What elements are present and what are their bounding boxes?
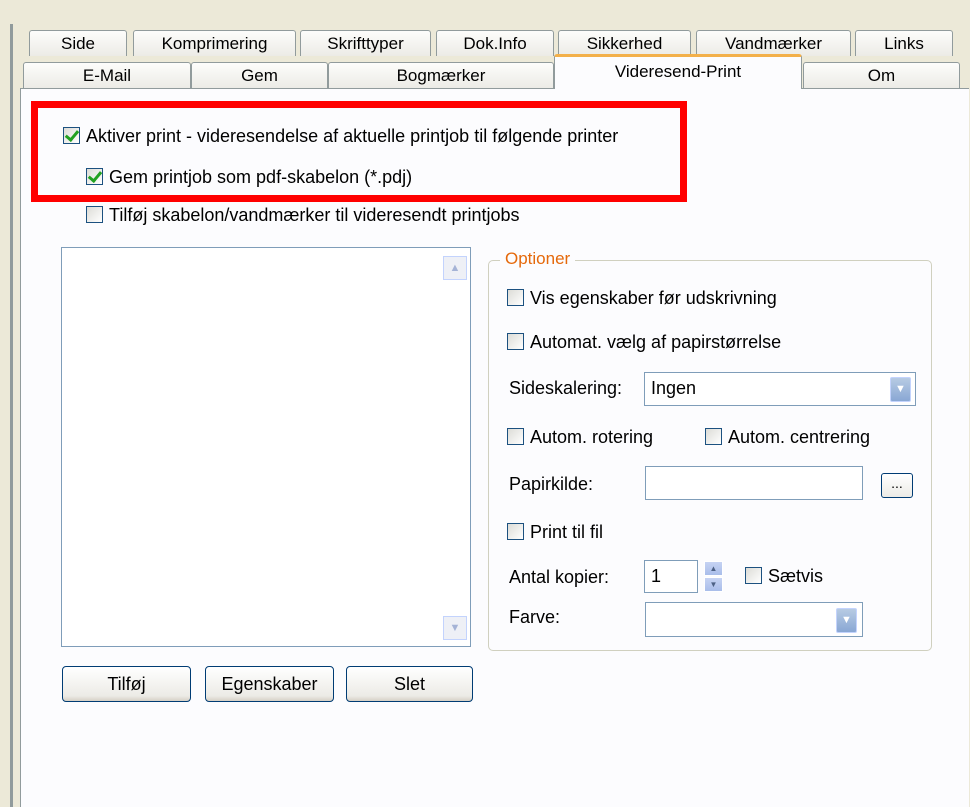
collate-label: Sætvis [768,566,824,586]
collate-checkbox[interactable] [745,567,762,584]
tab-dok-info[interactable]: Dok.Info [436,30,554,56]
color-select[interactable] [645,602,863,637]
tab-bogmaerker[interactable]: Bogmærker [328,62,554,88]
copies-value: 1 [651,566,662,586]
properties-button[interactable]: Egenskaber [205,666,334,702]
options-group-title: Optioner [500,249,576,269]
tab-skrifttyper[interactable]: Skrifttyper [300,30,431,56]
tab-links[interactable]: Links [855,30,953,56]
delete-button[interactable]: Slet [346,666,473,702]
auto-paper-label: Automat. vælg af papirstørrelse [530,332,782,352]
options-group [488,260,932,651]
tab-om[interactable]: Om [803,62,960,88]
tab-sikkerhed[interactable]: Sikkerhed [558,30,691,56]
show-properties-label: Vis egenskaber før udskrivning [530,288,777,308]
tab-komprimering[interactable]: Komprimering [133,30,296,56]
window-left-edge [10,24,13,807]
paper-source-field[interactable] [645,466,863,500]
show-properties-checkbox[interactable] [507,289,524,306]
add-template-label: Tilføj skabelon/vandmærker til videresen… [109,205,520,225]
red-highlight-box [31,101,687,202]
chevron-down-icon[interactable]: ▼ [890,377,911,402]
tab-email[interactable]: E-Mail [23,62,191,88]
auto-rotate-label: Autom. rotering [530,427,654,447]
page-scaling-value: Ingen [651,378,697,398]
copies-field[interactable]: 1 [644,560,698,593]
browse-button[interactable]: ... [881,473,913,498]
paper-source-label: Papirkilde: [509,474,594,494]
tab-side[interactable]: Side [29,30,127,56]
auto-center-label: Autom. centrering [728,427,871,447]
add-template-checkbox[interactable] [86,206,103,223]
tab-vandmaerker[interactable]: Vandmærker [696,30,851,56]
spin-up-icon[interactable]: ▲ [704,561,723,576]
page-scaling-label: Sideskalering: [509,378,623,398]
print-to-file-checkbox[interactable] [507,523,524,540]
tab-videresend-print[interactable]: Videresend-Print [554,54,802,89]
page-scaling-select[interactable]: Ingen [644,372,916,406]
spin-down-icon[interactable]: ▼ [704,577,723,592]
copies-label: Antal kopier: [509,567,610,587]
chevron-down-icon[interactable]: ▼ [836,608,857,633]
scroll-down-arrow-icon[interactable]: ▼ [443,616,467,640]
auto-rotate-checkbox[interactable] [507,428,524,445]
auto-center-checkbox[interactable] [705,428,722,445]
add-button[interactable]: Tilføj [62,666,191,702]
auto-paper-checkbox[interactable] [507,333,524,350]
printer-list[interactable] [61,247,471,647]
scroll-up-arrow-icon[interactable]: ▲ [443,256,467,280]
print-to-file-label: Print til fil [530,522,604,542]
color-label: Farve: [509,607,561,627]
tab-gem[interactable]: Gem [191,62,328,88]
